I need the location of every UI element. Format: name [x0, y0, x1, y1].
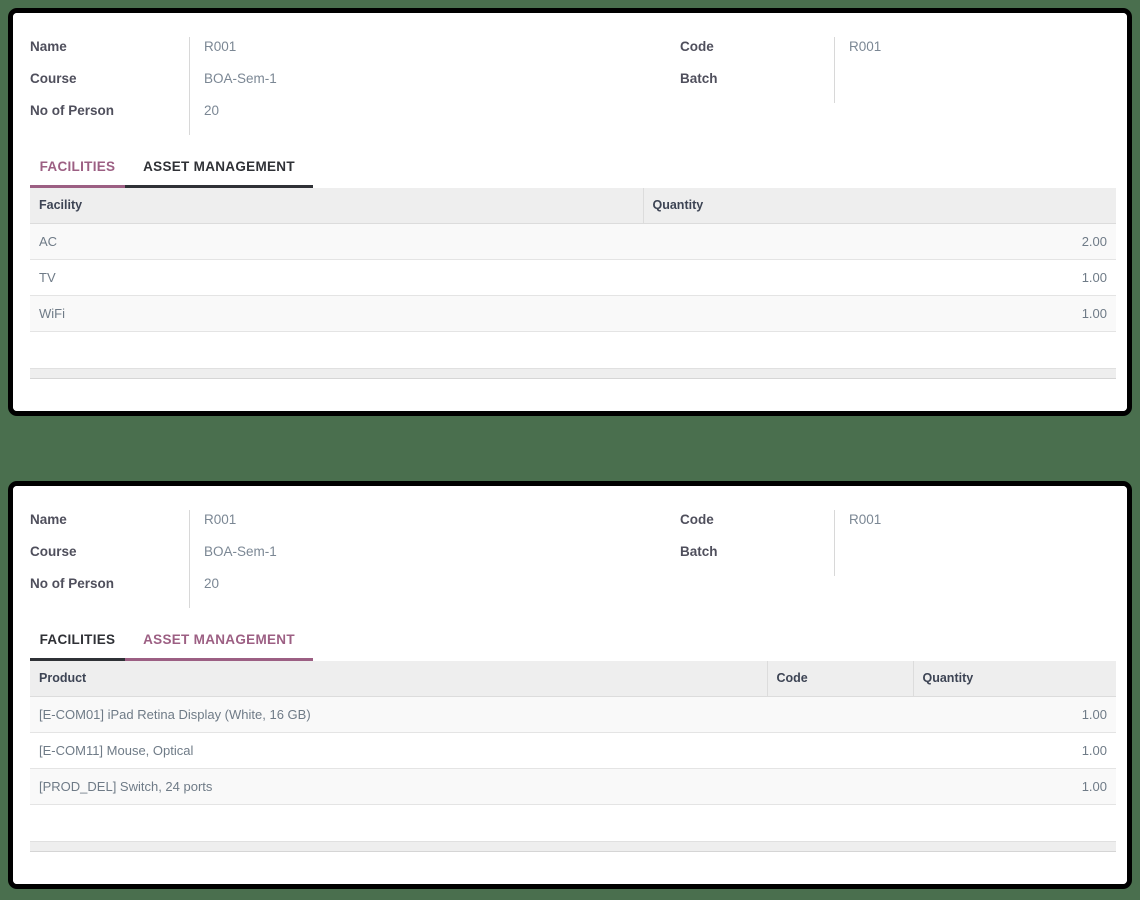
facilities-table-container: Facility Quantity AC 2.00 TV 1.00 WiFi 1… [30, 188, 1116, 332]
facilities-panel: Name R001 Course BOA-Sem-1 No of Person … [8, 8, 1132, 416]
field-value-name[interactable]: R001 [190, 510, 236, 530]
table-row[interactable]: TV 1.00 [30, 259, 1116, 296]
form-column-divider [834, 510, 835, 576]
field-value-code[interactable]: R001 [835, 37, 881, 57]
table-body: AC 2.00 TV 1.00 WiFi 1.00 [30, 223, 1116, 332]
field-value-name[interactable]: R001 [190, 37, 236, 57]
table-header-row: Product Code Quantity [30, 661, 1116, 697]
table-row[interactable]: [E-COM11] Mouse, Optical 1.00 [30, 732, 1116, 769]
tab-facilities[interactable]: FACILITIES [30, 159, 125, 188]
column-header-quantity[interactable]: Quantity [913, 661, 1116, 697]
cell-product[interactable]: [E-COM01] iPad Retina Display (White, 16… [30, 696, 767, 733]
asset-management-panel: Name R001 Course BOA-Sem-1 No of Person … [8, 481, 1132, 889]
table-body: [E-COM01] iPad Retina Display (White, 16… [30, 696, 1116, 805]
cell-code[interactable] [767, 732, 913, 769]
asset-table-container: Product Code Quantity [E-COM01] iPad Ret… [30, 661, 1116, 805]
cell-code[interactable] [767, 768, 913, 805]
form-column-divider [189, 37, 190, 135]
cell-quantity[interactable]: 1.00 [643, 295, 1116, 332]
cell-facility[interactable]: TV [30, 259, 643, 296]
table-header: Facility Quantity [30, 188, 1116, 224]
field-code: Code R001 [680, 37, 1120, 69]
field-label-name: Name [30, 512, 67, 527]
form-column-divider [834, 37, 835, 103]
panel-content: Name R001 Course BOA-Sem-1 No of Person … [13, 486, 1127, 884]
field-value-course[interactable]: BOA-Sem-1 [190, 69, 277, 89]
field-label-no-of-person: No of Person [30, 103, 115, 118]
form-column-left: Name R001 Course BOA-Sem-1 No of Person … [13, 37, 658, 135]
table-row[interactable]: [E-COM01] iPad Retina Display (White, 16… [30, 696, 1116, 733]
field-label-course: Course [30, 71, 77, 86]
screen-root: Name R001 Course BOA-Sem-1 No of Person … [0, 0, 1140, 900]
field-no-of-person: No of Person 20 [30, 574, 658, 606]
form-column-right: Code R001 Batch [658, 510, 1120, 606]
cell-facility[interactable]: AC [30, 223, 643, 260]
form-area: Name R001 Course BOA-Sem-1 No of Person … [13, 13, 1127, 135]
table-header-row: Facility Quantity [30, 188, 1116, 224]
horizontal-scrollbar[interactable] [30, 841, 1116, 852]
facilities-table: Facility Quantity AC 2.00 TV 1.00 WiFi 1… [30, 188, 1116, 332]
cell-quantity[interactable]: 2.00 [643, 223, 1116, 260]
table-row[interactable]: WiFi 1.00 [30, 295, 1116, 332]
cell-quantity[interactable]: 1.00 [643, 259, 1116, 296]
form-area: Name R001 Course BOA-Sem-1 No of Person … [13, 486, 1127, 608]
table-row[interactable]: [PROD_DEL] Switch, 24 ports 1.00 [30, 768, 1116, 805]
tab-asset-management[interactable]: ASSET MANAGEMENT [125, 632, 313, 661]
cell-facility[interactable]: WiFi [30, 295, 643, 332]
tab-bar: FACILITIES ASSET MANAGEMENT [13, 159, 1127, 188]
table-row[interactable]: AC 2.00 [30, 223, 1116, 260]
form-column-left: Name R001 Course BOA-Sem-1 No of Person … [13, 510, 658, 608]
column-header-quantity[interactable]: Quantity [643, 188, 1116, 224]
tab-asset-management[interactable]: ASSET MANAGEMENT [125, 159, 313, 188]
field-value-no-of-person[interactable]: 20 [190, 574, 219, 594]
cell-product[interactable]: [E-COM11] Mouse, Optical [30, 732, 767, 769]
scrollbar-thumb[interactable] [30, 369, 1116, 378]
cell-code[interactable] [767, 696, 913, 733]
tab-bar: FACILITIES ASSET MANAGEMENT [13, 632, 1127, 661]
cell-product[interactable]: [PROD_DEL] Switch, 24 ports [30, 768, 767, 805]
field-label-batch: Batch [680, 71, 718, 86]
table-header: Product Code Quantity [30, 661, 1116, 697]
field-label-code: Code [680, 39, 714, 54]
panel-content: Name R001 Course BOA-Sem-1 No of Person … [13, 13, 1127, 411]
cell-quantity[interactable]: 1.00 [913, 732, 1116, 769]
field-batch: Batch [680, 542, 1120, 574]
field-label-batch: Batch [680, 544, 718, 559]
form-column-right: Code R001 Batch [658, 37, 1120, 133]
column-header-code[interactable]: Code [767, 661, 914, 697]
field-batch: Batch [680, 69, 1120, 101]
field-label-code: Code [680, 512, 714, 527]
horizontal-scrollbar[interactable] [30, 368, 1116, 379]
field-label-name: Name [30, 39, 67, 54]
field-course: Course BOA-Sem-1 [30, 69, 658, 101]
field-value-course[interactable]: BOA-Sem-1 [190, 542, 277, 562]
field-name: Name R001 [30, 510, 658, 542]
field-label-no-of-person: No of Person [30, 576, 115, 591]
column-header-product[interactable]: Product [30, 661, 768, 697]
cell-quantity[interactable]: 1.00 [913, 696, 1116, 733]
field-course: Course BOA-Sem-1 [30, 542, 658, 574]
cell-quantity[interactable]: 1.00 [913, 768, 1116, 805]
field-value-code[interactable]: R001 [835, 510, 881, 530]
asset-table: Product Code Quantity [E-COM01] iPad Ret… [30, 661, 1116, 805]
tab-facilities[interactable]: FACILITIES [30, 632, 125, 661]
field-label-course: Course [30, 544, 77, 559]
form-column-divider [189, 510, 190, 608]
field-no-of-person: No of Person 20 [30, 101, 658, 133]
field-value-no-of-person[interactable]: 20 [190, 101, 219, 121]
column-header-facility[interactable]: Facility [30, 188, 644, 224]
field-code: Code R001 [680, 510, 1120, 542]
field-name: Name R001 [30, 37, 658, 69]
scrollbar-thumb[interactable] [30, 842, 1116, 851]
